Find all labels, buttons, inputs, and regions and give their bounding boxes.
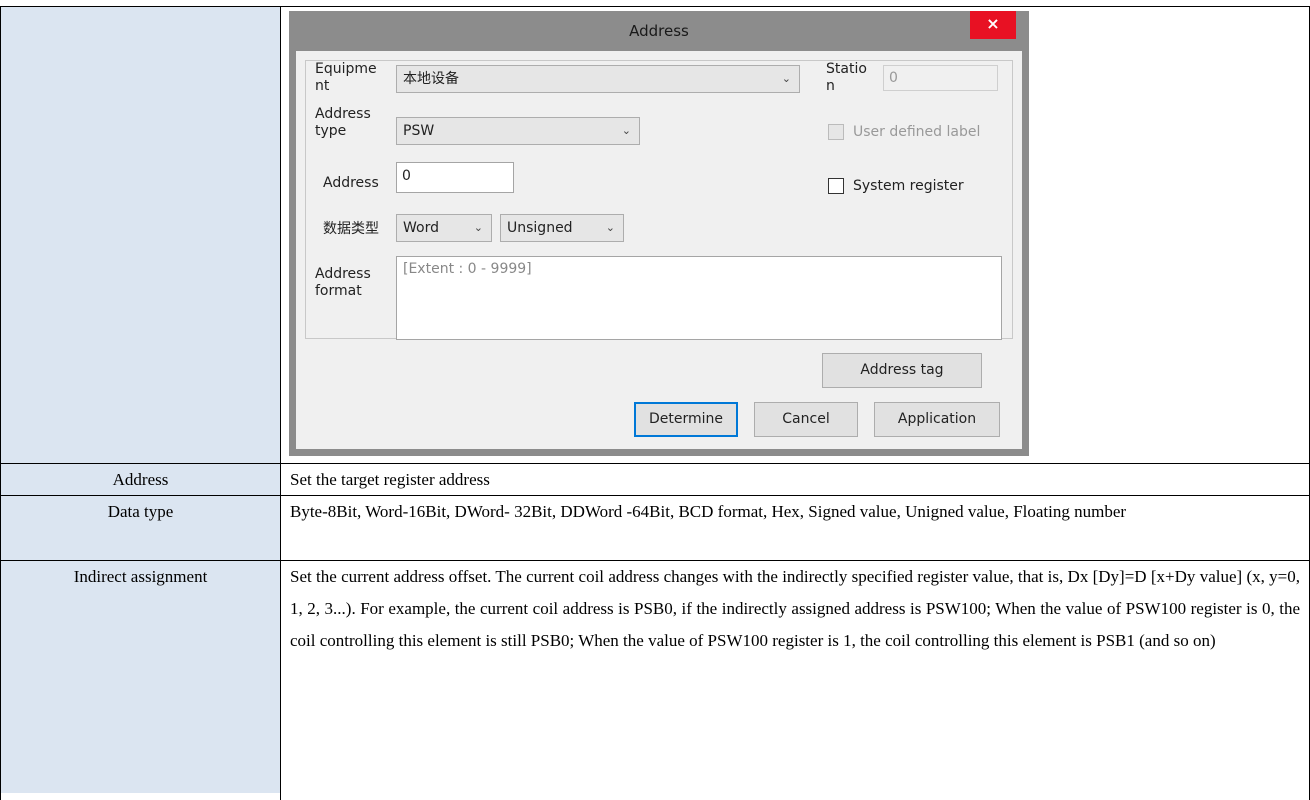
document-table: Address × Equipme nt 本地设备 ⌄ Statio n 0 A… bbox=[0, 0, 1310, 800]
row-label-data-type: Data type bbox=[107, 502, 174, 521]
sign-type-value: Unsigned bbox=[507, 220, 573, 236]
address-type-select[interactable]: PSW ⌄ bbox=[396, 117, 640, 145]
address-type-label: Address type bbox=[315, 106, 371, 139]
row-description-data-type: Byte-8Bit, Word-16Bit, DWord- 32Bit, DDW… bbox=[290, 502, 1127, 521]
cancel-button[interactable]: Cancel bbox=[754, 402, 858, 437]
dialog-title: Address bbox=[629, 22, 689, 40]
address-format-textarea[interactable]: [Extent : 0 - 9999] bbox=[396, 256, 1002, 340]
chevron-down-icon: ⌄ bbox=[621, 124, 631, 137]
label-column-background bbox=[1, 7, 280, 793]
column-divider bbox=[280, 6, 281, 800]
equipment-label: Equipme nt bbox=[315, 61, 377, 94]
dialog-titlebar: Address × bbox=[289, 11, 1029, 51]
dialog-body: Equipme nt 本地设备 ⌄ Statio n 0 Address typ… bbox=[296, 51, 1022, 449]
address-tag-button[interactable]: Address tag bbox=[822, 353, 982, 388]
application-button[interactable]: Application bbox=[874, 402, 1000, 437]
address-input[interactable]: 0 bbox=[396, 162, 514, 193]
word-type-select[interactable]: Word ⌄ bbox=[396, 214, 492, 242]
user-defined-label-checkbox[interactable] bbox=[828, 124, 844, 140]
address-type-value: PSW bbox=[403, 123, 435, 139]
determine-button[interactable]: Determine bbox=[634, 402, 738, 437]
sign-type-select[interactable]: Unsigned ⌄ bbox=[500, 214, 624, 242]
row-label-address: Address bbox=[112, 470, 169, 489]
address-label: Address bbox=[323, 175, 379, 191]
user-defined-label-text: User defined label bbox=[853, 124, 981, 140]
system-register-checkbox[interactable] bbox=[828, 178, 844, 194]
row-description-indirect-assignment: Set the current address offset. The curr… bbox=[290, 567, 1300, 650]
address-format-label: Address format bbox=[315, 266, 371, 299]
station-label: Statio n bbox=[826, 61, 867, 94]
close-button[interactable]: × bbox=[970, 11, 1016, 39]
chevron-down-icon: ⌄ bbox=[781, 72, 791, 85]
chevron-down-icon: ⌄ bbox=[473, 221, 483, 234]
row-label-indirect-assignment: Indirect assignment bbox=[73, 567, 208, 586]
address-dialog: Address × Equipme nt 本地设备 ⌄ Statio n 0 A… bbox=[289, 11, 1029, 456]
word-type-value: Word bbox=[403, 220, 439, 236]
station-input[interactable]: 0 bbox=[883, 65, 998, 91]
data-type-label: 数据类型 bbox=[323, 221, 379, 237]
chevron-down-icon: ⌄ bbox=[605, 221, 615, 234]
system-register-text: System register bbox=[853, 178, 964, 194]
equipment-select[interactable]: 本地设备 ⌄ bbox=[396, 65, 800, 93]
row-description-address: Set the target register address bbox=[290, 470, 490, 489]
equipment-value: 本地设备 bbox=[403, 71, 459, 87]
